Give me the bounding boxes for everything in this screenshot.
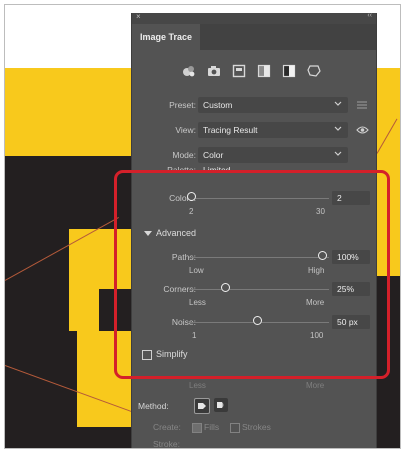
chevron-down-icon (334, 151, 342, 156)
threshold-minmax-row: Less More (132, 379, 378, 395)
method-row: Method: (132, 398, 378, 414)
outline-icon[interactable] (307, 64, 321, 78)
callout-highlight-box (114, 170, 390, 379)
auto-color-icon[interactable] (182, 64, 196, 78)
tab-image-trace[interactable]: Image Trace (132, 24, 201, 50)
preset-row: Preset: Custom (132, 97, 378, 113)
stroke-row: Stroke: (132, 437, 378, 449)
collapse-icon[interactable]: ‹‹ (367, 12, 372, 19)
close-icon[interactable]: × (136, 12, 141, 21)
chevron-down-icon (334, 126, 342, 131)
fills-label: Fills (204, 422, 220, 432)
overlapping-method-button[interactable] (214, 398, 228, 412)
create-row: Create: Fills Strokes (132, 419, 378, 435)
preset-label: Preset: (169, 100, 196, 110)
document-window: × ‹‹ Image Trace Preset: Custom View: Tr… (4, 4, 401, 449)
preset-value: Custom (203, 100, 233, 110)
view-row: View: Tracing Result (132, 122, 378, 138)
view-dropdown[interactable]: Tracing Result (198, 122, 348, 138)
mode-label: Mode: (172, 150, 196, 160)
strokes-checkbox[interactable] (230, 423, 240, 433)
threshold-max-label: More (306, 381, 325, 390)
low-color-icon[interactable] (232, 64, 246, 78)
high-color-icon[interactable] (207, 64, 221, 78)
mode-row: Mode: Color (132, 147, 378, 163)
mode-dropdown[interactable]: Color (198, 147, 348, 163)
stroke-label: Stroke: (153, 439, 180, 449)
view-value: Tracing Result (203, 125, 258, 135)
preset-buttons (182, 64, 321, 78)
create-label: Create: (153, 422, 181, 432)
preset-dropdown[interactable]: Custom (198, 97, 348, 113)
overlapping-icon (217, 402, 224, 408)
panel-tab-row: Image Trace (132, 24, 376, 50)
preset-menu-icon[interactable] (356, 99, 368, 111)
mode-value: Color (203, 150, 224, 160)
strokes-label: Strokes (242, 422, 271, 432)
black-white-icon[interactable] (282, 64, 296, 78)
eye-icon[interactable] (356, 124, 369, 136)
chevron-down-icon (334, 101, 342, 106)
abutting-icon (198, 403, 206, 409)
grayscale-icon[interactable] (257, 64, 271, 78)
fills-checkbox[interactable] (192, 423, 202, 433)
method-label: Method: (138, 401, 169, 411)
abutting-method-button[interactable] (194, 398, 210, 414)
panel-title-bar[interactable]: × ‹‹ (132, 12, 376, 24)
artwork-yellow-block-left-mid (69, 289, 99, 331)
threshold-min-label: Less (189, 381, 206, 390)
view-label: View: (175, 125, 196, 135)
